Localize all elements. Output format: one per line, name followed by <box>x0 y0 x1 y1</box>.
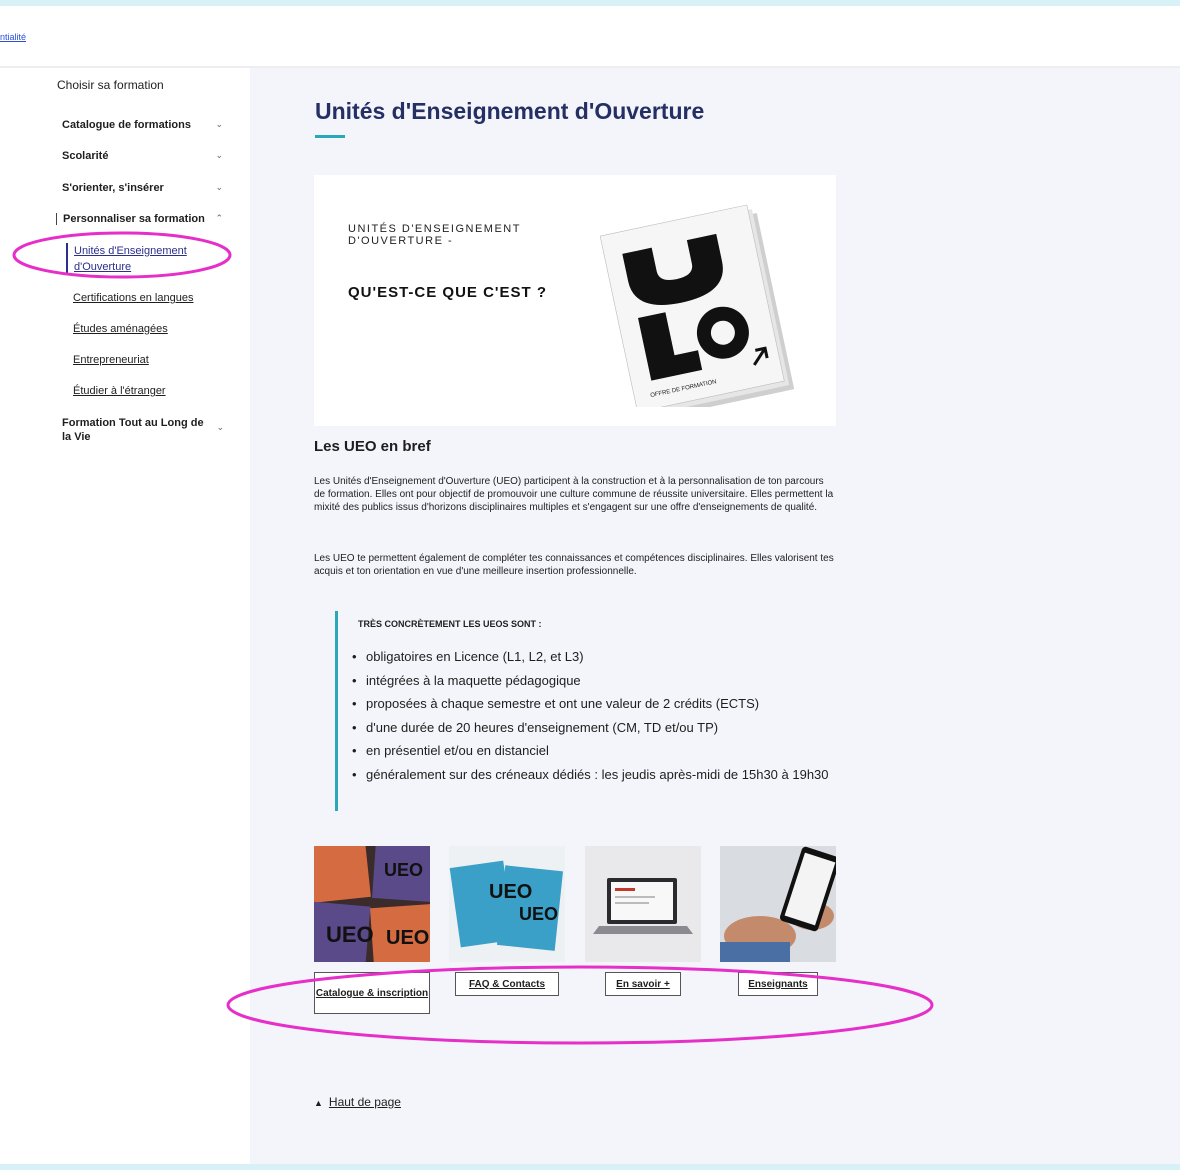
sidebar-item-label: Catalogue de formations <box>62 119 191 131</box>
catalogue-inscription-button[interactable]: Catalogue & inscription <box>314 972 430 1014</box>
svg-text:UEO: UEO <box>326 922 374 947</box>
card-en-savoir: En savoir + <box>585 846 701 996</box>
sidebar-subitem-etudes-amenagees[interactable]: Études aménagées <box>73 321 168 337</box>
hero-small-text: UNITÉS D'ENSEIGNEMENT D'OUVERTURE - <box>348 223 521 247</box>
sidebar-subitem-entrepreneuriat[interactable]: Entrepreneuriat <box>73 352 149 368</box>
sidebar-title: Choisir sa formation <box>57 78 164 92</box>
sidebar-item-label: Personnaliser sa formation <box>63 213 205 225</box>
sidebar-item-label: S'orienter, s'insérer <box>62 182 164 194</box>
sidebar-item-formation-tout-au-long[interactable]: Formation Tout au Long de la Vie ⌄ <box>62 416 224 444</box>
chevron-down-icon: ⌄ <box>215 182 223 192</box>
sidebar-item-scolarite[interactable]: Scolarité ⌄ <box>62 150 227 162</box>
intro-paragraph: Les Unités d'Enseignement d'Ouverture (U… <box>314 476 834 513</box>
arrow-up-icon: ▲ <box>314 1098 323 1108</box>
hero-big-text: QU'EST-CE QUE C'EST ? <box>348 284 547 301</box>
card-image: UEO UEO UEO <box>314 846 430 962</box>
card-image: UEO UEO <box>449 846 565 962</box>
back-to-top-link[interactable]: ▲ Haut de page <box>314 1095 401 1109</box>
back-to-top-label: Haut de page <box>328 1095 401 1109</box>
sidebar-subitem-certifications[interactable]: Certifications en langues <box>73 290 193 306</box>
sidebar: Choisir sa formation Catalogue de format… <box>0 68 250 1164</box>
list-item: d'une durée de 20 heures d'enseignement … <box>352 720 842 736</box>
svg-text:UEO: UEO <box>519 904 558 924</box>
card-enseignants: Enseignants <box>720 846 836 996</box>
sidebar-item-catalogue[interactable]: Catalogue de formations ⌄ <box>62 119 227 131</box>
sidebar-subitem-etranger[interactable]: Étudier à l'étranger <box>73 383 166 399</box>
header-link[interactable]: ntialité <box>0 32 26 42</box>
section-title: Les UEO en bref <box>314 438 431 455</box>
hero-image: UNITÉS D'ENSEIGNEMENT D'OUVERTURE - QU'E… <box>314 175 836 426</box>
title-underline <box>315 135 345 138</box>
booklet-illustration: OFFRE DE FORMATION <box>599 204 795 407</box>
sidebar-item-label: Formation Tout au Long de la Vie <box>62 417 204 443</box>
chevron-down-icon: ⌄ <box>215 119 223 129</box>
sidebar-item-orienter[interactable]: S'orienter, s'insérer ⌄ <box>62 182 227 194</box>
card-image <box>585 846 701 962</box>
card-faq: UEO UEO FAQ & Contacts <box>449 846 565 996</box>
callout-title: TRÈS CONCRÈTEMENT LES UEOS SONT : <box>358 619 542 629</box>
sidebar-item-label: Scolarité <box>62 150 109 162</box>
card-catalogue: UEO UEO UEO Catalogue & inscription <box>314 846 430 1014</box>
svg-text:UEO: UEO <box>384 860 423 880</box>
page-frame: ntialité Choisir sa formation Catalogue … <box>0 6 1180 1164</box>
list-item: obligatoires en Licence (L1, L2, et L3) <box>352 649 842 665</box>
svg-text:UEO: UEO <box>386 927 429 949</box>
card-image <box>720 846 836 962</box>
sidebar-subitem-ueo[interactable]: Unités d'Enseignement d'Ouverture <box>66 243 201 275</box>
chevron-down-icon: ⌄ <box>215 150 223 160</box>
en-savoir-plus-button[interactable]: En savoir + <box>605 972 681 996</box>
callout-list: obligatoires en Licence (L1, L2, et L3) … <box>352 649 842 790</box>
chevron-up-icon: ⌃ <box>215 213 223 223</box>
page-title: Unités d'Enseignement d'Ouverture <box>315 98 705 124</box>
enseignants-button[interactable]: Enseignants <box>738 972 818 996</box>
list-item: proposées à chaque semestre et ont une v… <box>352 696 842 712</box>
chevron-down-icon: ⌄ <box>216 422 224 432</box>
list-item: intégrées à la maquette pédagogique <box>352 673 842 689</box>
callout-box: TRÈS CONCRÈTEMENT LES UEOS SONT : obliga… <box>335 611 845 811</box>
svg-text:UEO: UEO <box>489 881 532 903</box>
list-item: généralement sur des créneaux dédiés : l… <box>352 767 842 783</box>
sidebar-item-personnaliser[interactable]: Personnaliser sa formation ⌃ <box>56 213 227 225</box>
faq-contacts-button[interactable]: FAQ & Contacts <box>455 972 559 996</box>
intro-paragraph: Les UEO te permettent également de compl… <box>314 553 834 577</box>
main-content: Unités d'Enseignement d'Ouverture UNITÉS… <box>250 68 1180 1164</box>
list-item: en présentiel et/ou en distanciel <box>352 743 842 759</box>
